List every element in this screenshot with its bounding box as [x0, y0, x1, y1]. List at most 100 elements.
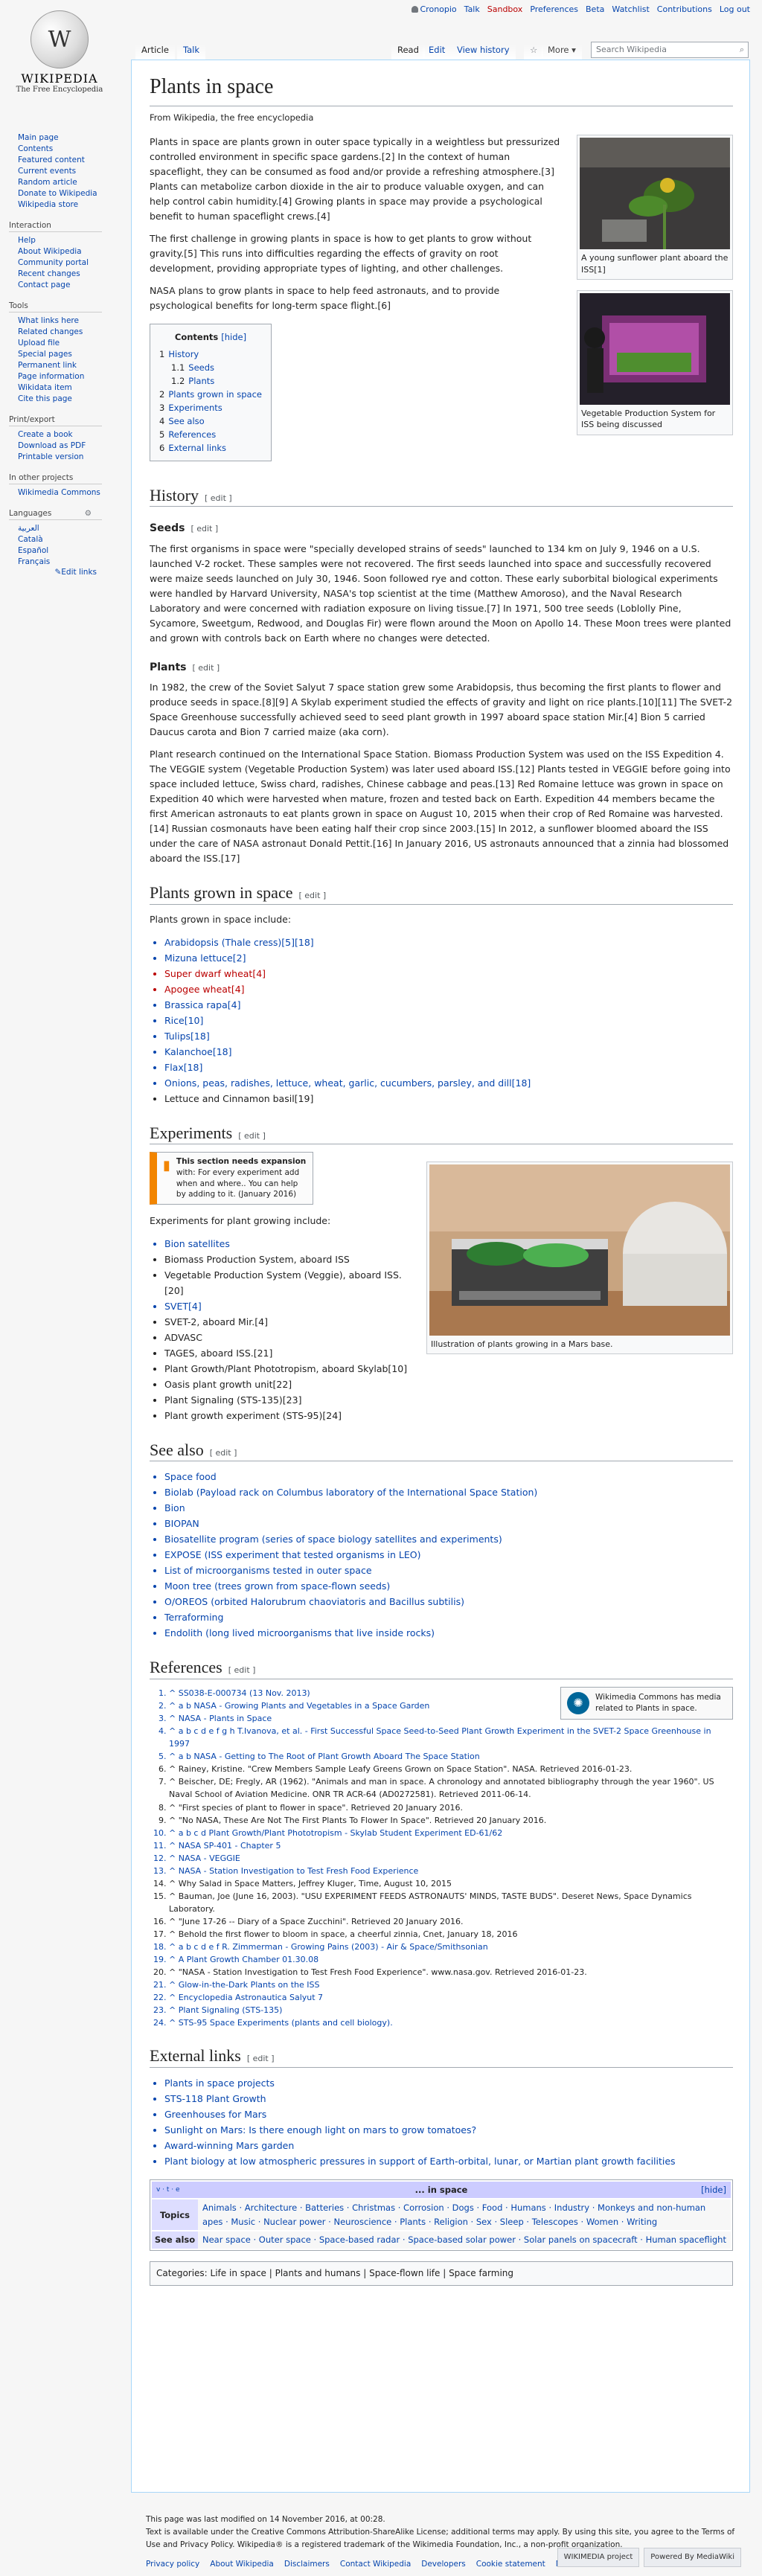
navbox-hide-toggle[interactable]: [hide] — [701, 2183, 726, 2197]
sidebar-lang-french[interactable]: Français — [18, 557, 112, 568]
reference-item[interactable]: ^ a b NASA - Getting to The Root of Plan… — [169, 1750, 733, 1763]
reference-item[interactable]: ^ Encyclopedia Astronautica Salyut 7 — [169, 1991, 733, 2004]
list-item[interactable]: Sunlight on Mars: Is there enough light … — [164, 2122, 733, 2138]
wikipedia-logo[interactable]: W WIKIPEDIA The Free Encyclopedia — [0, 0, 119, 119]
reference-item[interactable]: ^ Rainey, Kristine. "Crew Members Sample… — [169, 1763, 733, 1775]
list-item[interactable]: Plant biology at low atmospheric pressur… — [164, 2153, 733, 2169]
tab-read[interactable]: Read — [391, 45, 425, 60]
search-input[interactable]: Search Wikipedia ⌕ — [591, 42, 749, 58]
reference-item[interactable]: ^ A Plant Growth Chamber 01.30.08 — [169, 1953, 733, 1966]
tab-article[interactable]: Article — [135, 45, 175, 60]
list-item[interactable]: Super dwarf wheat[4] — [164, 966, 733, 981]
reference-item[interactable]: ^ Behold the first flower to bloom in sp… — [169, 1928, 733, 1941]
list-item[interactable]: Oasis plant growth unit[22] — [164, 1377, 733, 1392]
list-item[interactable]: Plant Growth/Plant Phototropism, aboard … — [164, 1361, 733, 1377]
edit-section-link[interactable]: [ edit ] — [193, 663, 220, 673]
sidebar-item-recent-changes[interactable]: Recent changes — [18, 269, 112, 280]
footer-link[interactable]: About Wikipedia — [210, 2558, 274, 2571]
personal-logout[interactable]: Log out — [720, 4, 750, 14]
list-item[interactable]: Terraforming — [164, 1609, 733, 1625]
sidebar-item-what-links[interactable]: What links here — [18, 315, 112, 327]
list-item[interactable]: Biosatellite program (series of space bi… — [164, 1531, 733, 1547]
list-item[interactable]: EXPOSE (ISS experiment that tested organ… — [164, 1547, 733, 1563]
personal-beta[interactable]: Beta — [586, 4, 604, 14]
list-item[interactable]: List of microorganisms tested in outer s… — [164, 1563, 733, 1578]
sidebar-item-printable[interactable]: Printable version — [18, 452, 112, 463]
sidebar-item-about[interactable]: About Wikipedia — [18, 246, 112, 257]
toc-item[interactable]: 1.1 Seeds — [159, 361, 262, 374]
category-links[interactable]: Categories: Life in space | Plants and h… — [150, 2261, 733, 2286]
personal-sandbox[interactable]: Sandbox — [487, 4, 523, 14]
footer-link[interactable]: Privacy policy — [146, 2558, 199, 2571]
watch-star-icon[interactable]: ☆ — [524, 45, 544, 60]
sidebar-item-contents[interactable]: Contents — [18, 144, 112, 155]
veggie-system-image[interactable] — [580, 292, 730, 405]
footer-link[interactable]: Cookie statement — [476, 2558, 545, 2571]
reference-item[interactable]: ^ a b c d e f g h T.Ivanova, et al. - Fi… — [169, 1725, 733, 1750]
sidebar-item-store[interactable]: Wikipedia store — [18, 199, 112, 211]
sidebar-item-special[interactable]: Special pages — [18, 349, 112, 360]
edit-section-link[interactable]: [ edit ] — [205, 493, 232, 503]
tab-edit[interactable]: Edit — [423, 45, 452, 60]
toc-item[interactable]: 6 External links — [159, 441, 262, 455]
list-item[interactable]: Plants in space projects — [164, 2075, 733, 2091]
sidebar-item-community[interactable]: Community portal — [18, 257, 112, 269]
list-item[interactable]: Tulips[18] — [164, 1028, 733, 1044]
edit-section-link[interactable]: [ edit ] — [210, 1448, 237, 1458]
sidebar-item-download-pdf[interactable]: Download as PDF — [18, 440, 112, 452]
list-item[interactable]: STS-118 Plant Growth — [164, 2091, 733, 2106]
personal-watchlist[interactable]: Watchlist — [612, 4, 649, 14]
reference-item[interactable]: ^ Bauman, Joe (June 16, 2003). "USU EXPE… — [169, 1890, 733, 1915]
gear-icon[interactable]: ⚙ — [85, 509, 92, 518]
sunflower-image[interactable] — [580, 138, 730, 250]
user-link[interactable]: Cronopio — [411, 4, 457, 14]
personal-preferences[interactable]: Preferences — [530, 4, 578, 14]
sidebar-item-help[interactable]: Help — [18, 235, 112, 246]
list-item[interactable]: Mizuna lettuce[2] — [164, 950, 733, 966]
reference-item[interactable]: ^ NASA - VEGGIE — [169, 1852, 733, 1865]
list-item[interactable]: Kalanchoe[18] — [164, 1044, 733, 1060]
list-item[interactable]: Flax[18] — [164, 1060, 733, 1075]
footer-link[interactable]: Developers — [421, 2558, 465, 2571]
toc-item[interactable]: 4 See also — [159, 414, 262, 428]
list-item[interactable]: BIOPAN — [164, 1516, 733, 1531]
list-item[interactable]: Arabidopsis (Thale cress)[5][18] — [164, 935, 733, 950]
reference-item[interactable]: ^ "No NASA, These Are Not The First Plan… — [169, 1814, 733, 1827]
sidebar-item-cite[interactable]: Cite this page — [18, 394, 112, 405]
edit-section-link[interactable]: [ edit ] — [238, 1131, 266, 1141]
reference-item[interactable]: ^ NASA SP-401 - Chapter 5 — [169, 1839, 733, 1852]
edit-section-link[interactable]: [ edit ] — [247, 2054, 275, 2063]
list-item[interactable]: Brassica rapa[4] — [164, 997, 733, 1013]
sidebar-item-upload[interactable]: Upload file — [18, 338, 112, 349]
commons-text[interactable]: Wikimedia Commons has media related to P… — [595, 1692, 726, 1714]
tab-talk[interactable]: Talk — [177, 45, 206, 60]
reference-item[interactable]: ^ a b c d Plant Growth/Plant Phototropis… — [169, 1827, 733, 1839]
toc-hide-toggle[interactable]: [hide] — [221, 332, 246, 342]
footer-link[interactable]: Contact Wikipedia — [340, 2558, 411, 2571]
edit-section-link[interactable]: [ edit ] — [298, 891, 326, 900]
navbox-see-list[interactable]: Near space · Outer space · Space-based r… — [198, 2231, 731, 2249]
search-icon[interactable]: ⌕ — [740, 45, 744, 55]
navbox-topics-list[interactable]: Animals · Architecture · Batteries · Chr… — [198, 2199, 731, 2231]
list-item[interactable]: Greenhouses for Mars — [164, 2106, 733, 2122]
toc-item[interactable]: 3 Experiments — [159, 401, 262, 414]
sidebar-item-permalink[interactable]: Permanent link — [18, 360, 112, 371]
reference-item[interactable]: ^ a b c d e f R. Zimmerman - Growing Pai… — [169, 1941, 733, 1953]
edit-section-link[interactable]: [ edit ] — [190, 524, 218, 534]
sidebar-lang-arabic[interactable]: العربية — [18, 523, 112, 534]
list-item[interactable]: Plant Signaling (STS-135)[23] — [164, 1392, 733, 1408]
reference-item[interactable]: ^ Why Salad in Space Matters, Jeffrey Kl… — [169, 1877, 733, 1890]
mars-base-image[interactable] — [429, 1164, 730, 1336]
reference-item[interactable]: ^ "First species of plant to flower in s… — [169, 1801, 733, 1814]
list-item[interactable]: Lettuce and Cinnamon basil[19] — [164, 1091, 733, 1106]
sidebar-item-random[interactable]: Random article — [18, 177, 112, 188]
reference-item[interactable]: ^ STS-95 Space Experiments (plants and c… — [169, 2016, 733, 2029]
sidebar-item-wikidata[interactable]: Wikidata item — [18, 382, 112, 394]
footer-link[interactable]: Disclaimers — [284, 2558, 330, 2571]
list-item[interactable]: Biolab (Payload rack on Columbus laborat… — [164, 1484, 733, 1500]
list-item[interactable]: Endolith (long lived microorganisms that… — [164, 1625, 733, 1641]
edit-links-link[interactable]: ✎Edit links — [18, 568, 97, 577]
sidebar-item-related[interactable]: Related changes — [18, 327, 112, 338]
list-item[interactable]: Apogee wheat[4] — [164, 981, 733, 997]
sidebar-item-contact[interactable]: Contact page — [18, 280, 112, 291]
